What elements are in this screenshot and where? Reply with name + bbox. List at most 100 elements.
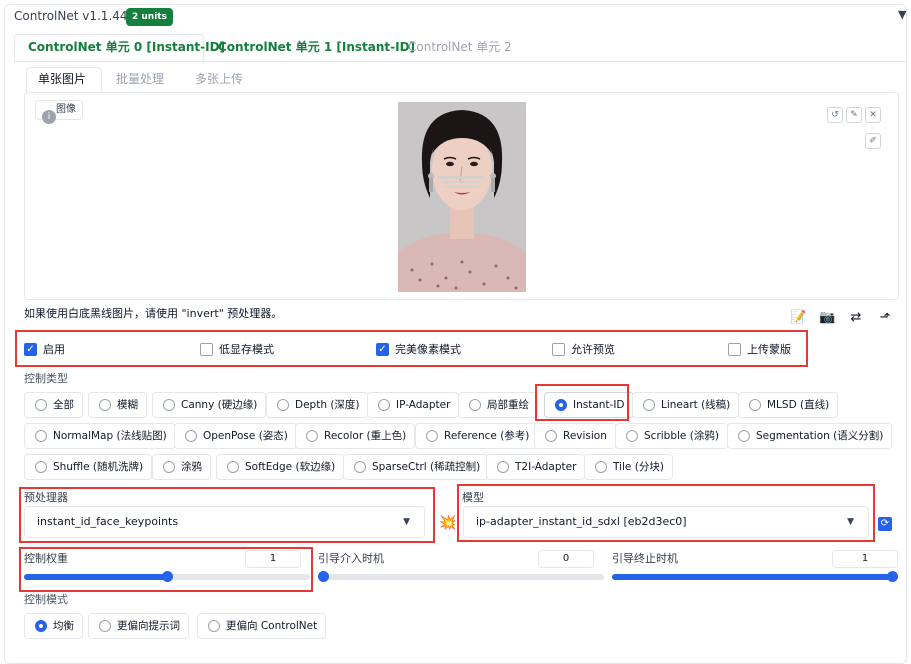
end-slider-fill [612, 574, 898, 580]
tab-unit-0[interactable]: ControlNet 单元 0 [Instant-ID] [28, 38, 225, 60]
chip-label: 更偏向 ControlNet [226, 620, 318, 632]
preprocessor-dropdown[interactable]: instant_id_face_keypoints ▼ [24, 506, 425, 538]
preprocessor-label: 预处理器 [24, 491, 68, 504]
radio-icon [426, 430, 438, 442]
panel-title[interactable]: ControlNet v1.1.444 [14, 9, 135, 23]
control-mode-controlnet[interactable]: 更偏向 ControlNet [197, 613, 327, 639]
radio-icon [208, 620, 220, 632]
upload-mask-checkbox[interactable] [728, 343, 741, 356]
notepad-icon[interactable]: 📝 [790, 310, 806, 326]
control-type-lineart[interactable]: Lineart (线稿) [632, 392, 740, 418]
weight-input[interactable]: 1 [245, 550, 301, 568]
units-badge: 2 units [126, 8, 173, 26]
chip-label: 更偏向提示词 [117, 620, 180, 632]
enable-checkbox[interactable]: ✓ [24, 343, 37, 356]
radio-icon [306, 430, 318, 442]
control-mode-prompt[interactable]: 更偏向提示词 [88, 613, 189, 639]
control-mode-balanced[interactable]: 均衡 [24, 613, 83, 639]
chip-label: MLSD (直线) [767, 399, 830, 411]
chip-label: IP-Adapter [396, 399, 451, 411]
pixel-perfect-checkbox[interactable]: ✓ [376, 343, 389, 356]
control-type-mlsd[interactable]: MLSD (直线) [738, 392, 839, 418]
camera-icon[interactable]: 📷 [819, 310, 835, 326]
low-vram-label: 低显存模式 [219, 343, 274, 356]
swap-icon[interactable]: ⇄ [848, 310, 864, 326]
chip-label: 涂鸦 [181, 461, 202, 473]
control-type-inpaint[interactable]: 局部重绘 [458, 392, 538, 418]
radio-icon [277, 399, 289, 411]
weight-slider-thumb[interactable] [161, 571, 173, 582]
weight-label: 控制权重 [24, 552, 68, 565]
control-type-depth[interactable]: Depth (深度) [266, 392, 369, 418]
chip-label: Revision [563, 430, 607, 442]
allow-preview-label: 允许预览 [571, 343, 615, 356]
tab-multi-upload[interactable]: 多张上传 [195, 71, 243, 93]
control-type-revision[interactable]: Revision [534, 423, 616, 449]
reset-icon[interactable]: ↺ [827, 107, 843, 123]
tab-batch[interactable]: 批量处理 [116, 71, 164, 93]
chip-label: Canny (硬边缘) [181, 399, 258, 411]
start-label: 引导介入时机 [318, 552, 384, 565]
control-type-scribble[interactable]: Scribble (涂鸦) [615, 423, 728, 449]
tab-single-image[interactable]: 单张图片 [38, 71, 86, 93]
chip-label: Depth (深度) [295, 399, 360, 411]
radio-icon [35, 430, 47, 442]
allow-preview-checkbox[interactable] [552, 343, 565, 356]
control-type-segmentation[interactable]: Segmentation (语义分割) [727, 423, 893, 449]
radio-icon [738, 430, 750, 442]
upload-mask-label: 上传蒙版 [747, 343, 791, 356]
close-icon[interactable]: ✕ [865, 107, 881, 123]
chip-label: 模糊 [117, 399, 138, 411]
radio-icon [354, 461, 366, 473]
run-preprocessor-icon[interactable]: 💥 [439, 515, 456, 531]
chip-label: SoftEdge (软边缘) [245, 461, 336, 473]
preprocessor-value: instant_id_face_keypoints [37, 515, 179, 528]
start-slider[interactable] [318, 571, 604, 582]
control-type-blur[interactable]: 模糊 [88, 392, 147, 418]
control-type-canny[interactable]: Canny (硬边缘) [152, 392, 267, 418]
send-dimensions-icon[interactable]: ⬏ [877, 310, 893, 326]
model-dropdown[interactable]: ip-adapter_instant_id_sdxl [eb2d3ec0] ▼ [463, 506, 869, 538]
uploaded-portrait-image [398, 102, 526, 292]
control-type-recolor[interactable]: Recolor (重上色) [295, 423, 416, 449]
chip-label: NormalMap (法线贴图) [53, 430, 167, 442]
start-slider-thumb[interactable] [318, 571, 329, 582]
control-type-doodle[interactable]: 涂鸦 [152, 454, 211, 480]
control-type-t2i-adapter[interactable]: T2I-Adapter [486, 454, 586, 480]
radio-icon [35, 399, 47, 411]
chip-label: Segmentation (语义分割) [756, 430, 884, 442]
chevron-down-icon: ▼ [847, 517, 854, 527]
image-icon: i [42, 110, 56, 124]
chip-label: OpenPose (姿态) [203, 430, 288, 442]
control-type-ip-adapter[interactable]: IP-Adapter [367, 392, 460, 418]
chip-label: SparseCtrl (稀疏控制) [372, 461, 481, 473]
control-type-normalmap[interactable]: NormalMap (法线贴图) [24, 423, 176, 449]
control-type-softedge[interactable]: SoftEdge (软边缘) [216, 454, 345, 480]
radio-icon [99, 620, 111, 632]
collapse-icon[interactable]: ▼ [898, 8, 906, 21]
brush-icon[interactable]: ✐ [865, 133, 881, 149]
weight-slider[interactable] [24, 571, 310, 582]
radio-icon [497, 461, 509, 473]
tab-unit-1[interactable]: ControlNet 单元 1 [Instant-ID] [218, 38, 415, 60]
low-vram-checkbox[interactable] [200, 343, 213, 356]
radio-icon [595, 461, 607, 473]
control-type-sparsectrl[interactable]: SparseCtrl (稀疏控制) [343, 454, 490, 480]
control-type-shuffle[interactable]: Shuffle (随机洗牌) [24, 454, 153, 480]
end-slider[interactable] [612, 571, 898, 582]
control-type-reference[interactable]: Reference (参考) [415, 423, 539, 449]
radio-icon [469, 399, 481, 411]
refresh-icon[interactable]: ⟳ [878, 517, 892, 531]
end-input[interactable]: 1 [832, 550, 898, 568]
control-type-openpose[interactable]: OpenPose (姿态) [174, 423, 297, 449]
start-input[interactable]: 0 [538, 550, 594, 568]
end-slider-thumb[interactable] [887, 571, 898, 582]
radio-selected-icon [35, 620, 47, 632]
radio-icon [626, 430, 638, 442]
control-type-all[interactable]: 全部 [24, 392, 83, 418]
control-type-label: 控制类型 [24, 372, 68, 385]
radio-icon [35, 461, 47, 473]
tab-unit-2[interactable]: ControlNet 单元 2 [408, 38, 512, 60]
control-type-tile[interactable]: Tile (分块) [584, 454, 673, 480]
edit-icon[interactable]: ✎ [846, 107, 862, 123]
